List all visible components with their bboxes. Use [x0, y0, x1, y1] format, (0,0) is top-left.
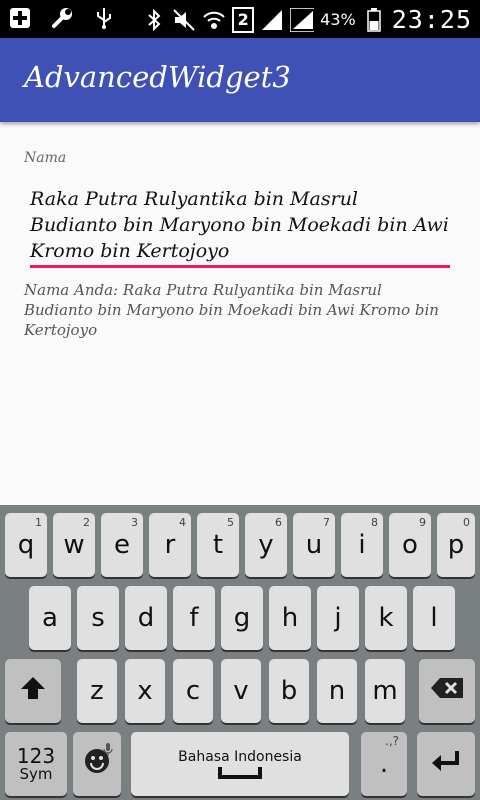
key-a[interactable]: a [29, 586, 71, 650]
name-echo-text: Nama Anda: Raka Putra Rulyantika bin Mas… [24, 281, 439, 339]
battery-icon [362, 7, 386, 32]
key-j[interactable]: j [317, 586, 359, 650]
key-n[interactable]: n [317, 659, 357, 723]
key-g[interactable]: g [221, 586, 263, 650]
signal-icon [290, 7, 315, 32]
mic-icon [103, 734, 113, 764]
key-u[interactable]: 7u [293, 513, 335, 577]
key-z[interactable]: z [77, 659, 117, 723]
app-title: AdvancedWidget3 [24, 60, 291, 94]
backspace-icon [430, 676, 464, 706]
plus-icon [8, 6, 32, 30]
key-q[interactable]: 1q [5, 513, 47, 577]
key-l[interactable]: l [413, 586, 455, 650]
symbols-key[interactable]: 123 Sym [5, 732, 67, 796]
key-o[interactable]: 9o [389, 513, 431, 577]
key-p[interactable]: 0p [437, 513, 475, 577]
key-k[interactable]: k [365, 586, 407, 650]
period-key[interactable]: .,? . [361, 732, 407, 796]
key-t[interactable]: 5t [197, 513, 239, 577]
key-d[interactable]: d [125, 586, 167, 650]
emoji-key[interactable] [73, 732, 121, 796]
bluetooth-icon [142, 8, 166, 32]
punctuation-hint: .,? [385, 734, 399, 748]
key-f[interactable]: f [173, 586, 215, 650]
enter-icon [430, 749, 462, 780]
key-b[interactable]: b [269, 659, 309, 723]
key-v[interactable]: v [221, 659, 261, 723]
shift-key[interactable] [5, 659, 61, 723]
enter-key[interactable] [417, 732, 475, 796]
key-w[interactable]: 2w [53, 513, 95, 577]
name-input-underline [30, 265, 450, 268]
key-c[interactable]: c [173, 659, 213, 723]
key-i[interactable]: 8i [341, 513, 383, 577]
app-bar: AdvancedWidget3 [0, 38, 480, 122]
key-m[interactable]: m [365, 659, 405, 723]
key-x[interactable]: x [125, 659, 165, 723]
backspace-key[interactable] [419, 659, 475, 723]
key-e[interactable]: 3e [101, 513, 143, 577]
key-s[interactable]: s [77, 586, 119, 650]
space-bar-icon [218, 765, 262, 783]
name-label: Nama [24, 150, 67, 166]
key-y[interactable]: 6y [245, 513, 287, 577]
key-r[interactable]: 4r [149, 513, 191, 577]
clock: 23:25 [391, 5, 472, 34]
key-h[interactable]: h [269, 586, 311, 650]
usb-icon [92, 6, 116, 30]
battery-percent: 43% [320, 10, 356, 29]
wrench-icon [50, 6, 74, 30]
name-input[interactable]: Raka Putra Rulyantika bin Masrul Budiant… [30, 186, 450, 264]
sim-indicator: 2 [232, 6, 255, 33]
signal-icon [260, 8, 284, 32]
notification-icons [8, 6, 116, 30]
main-content: Nama Raka Putra Rulyantika bin Masrul Bu… [0, 122, 480, 505]
mute-icon [172, 8, 196, 32]
status-bar: 2 43% 23:25 [0, 0, 480, 38]
wifi-icon [202, 8, 226, 32]
shift-icon [20, 675, 46, 708]
soft-keyboard: 1q 2w 3e 4r 5t 6y 7u 8i 9o 0p a s d f g … [0, 505, 480, 800]
space-key[interactable]: Bahasa Indonesia [131, 732, 349, 796]
system-status: 2 43% 23:25 [142, 5, 472, 34]
